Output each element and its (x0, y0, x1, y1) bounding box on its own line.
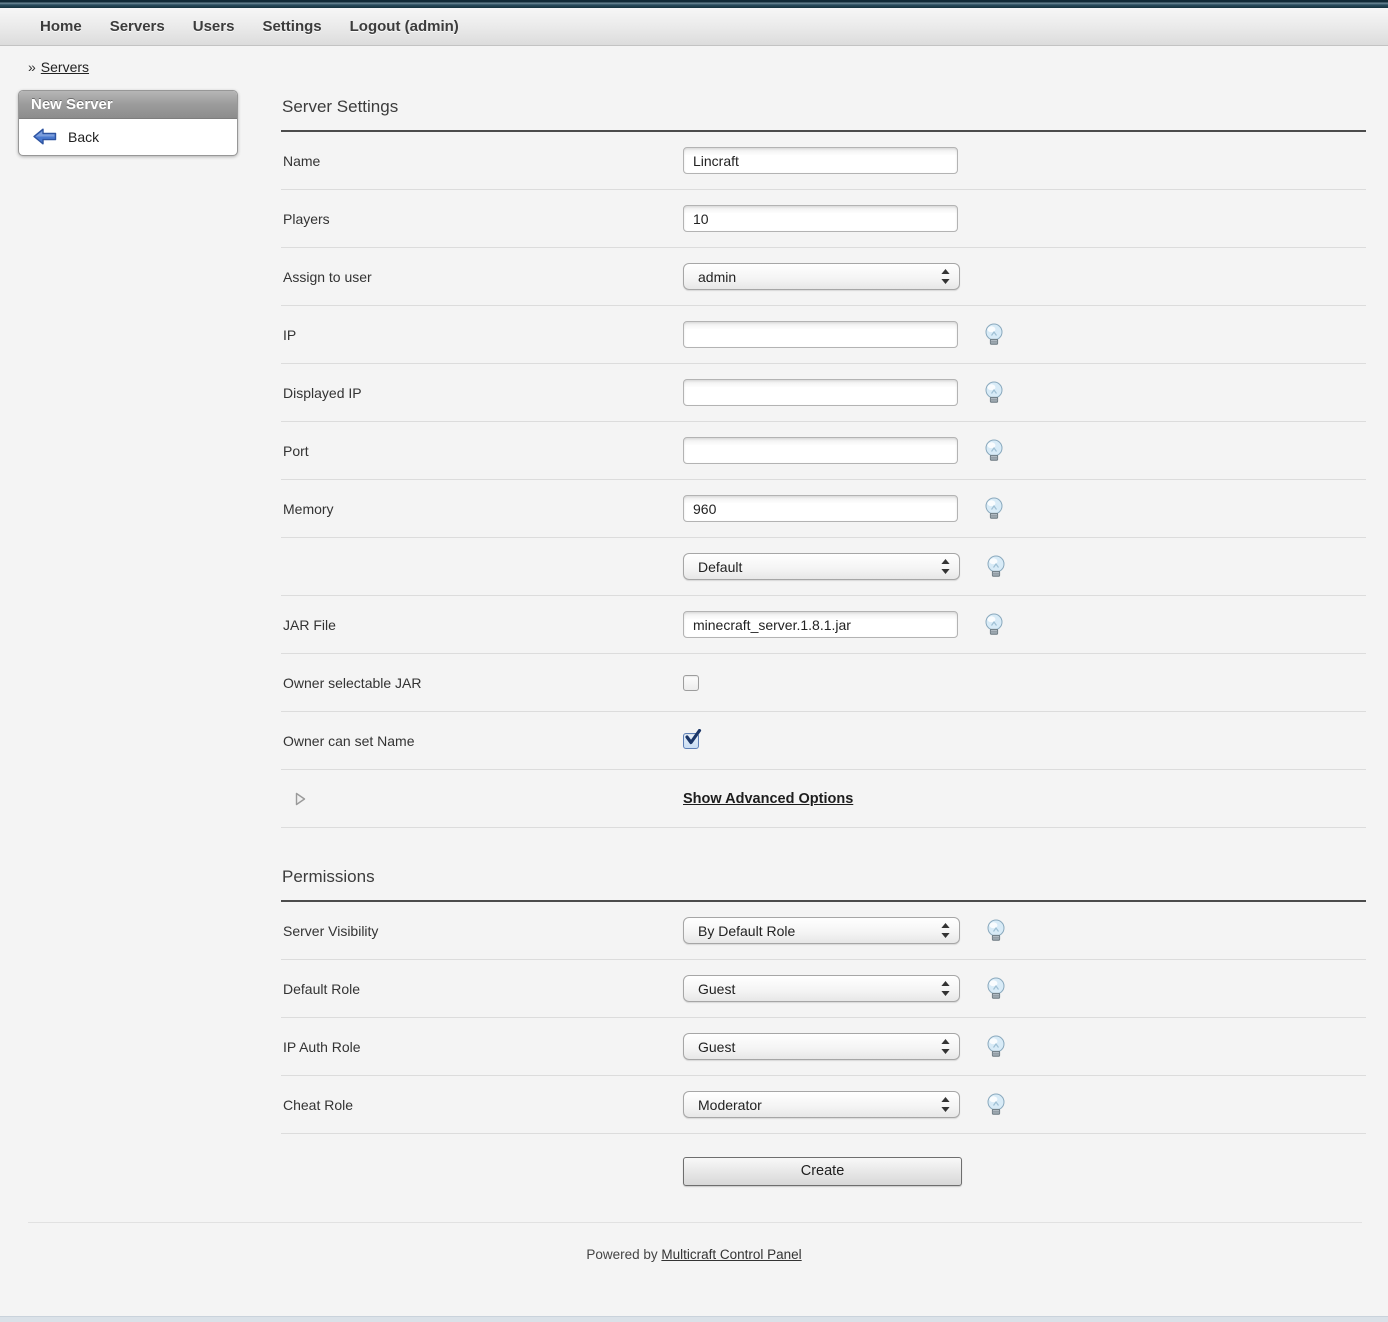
name-input[interactable] (683, 147, 958, 174)
owner-selectable-jar-label: Owner selectable JAR (281, 675, 683, 691)
cheat-role-value: Moderator (698, 1097, 762, 1113)
default-role-label: Default Role (281, 981, 683, 997)
create-button[interactable]: Create (683, 1157, 962, 1186)
owner-can-set-name-label: Owner can set Name (281, 733, 683, 749)
select-stepper-icon (941, 981, 950, 996)
displayed-ip-input[interactable] (683, 379, 958, 406)
main-navbar: Home Servers Users Settings Logout (admi… (0, 8, 1388, 46)
owner-can-set-name-row: Owner can set Name (281, 712, 1366, 770)
back-arrow-icon (33, 128, 57, 145)
owner-selectable-jar-checkbox[interactable] (683, 675, 699, 691)
ip-auth-role-value: Guest (698, 1039, 735, 1055)
ip-auth-role-row: IP Auth Role Guest (281, 1018, 1366, 1076)
default-role-row: Default Role Guest (281, 960, 1366, 1018)
jar-file-row: JAR File (281, 596, 1366, 654)
ip-hint-lightbulb-icon[interactable] (983, 323, 1005, 347)
cheat-role-select[interactable]: Moderator (683, 1091, 960, 1118)
jar-file-label: JAR File (281, 617, 683, 633)
select-stepper-icon (941, 1039, 950, 1054)
server-visibility-row: Server Visibility By Default Role (281, 902, 1366, 960)
ip-auth-role-label: IP Auth Role (281, 1039, 683, 1055)
players-label: Players (281, 211, 683, 227)
back-label: Back (68, 129, 99, 145)
memory-preset-select[interactable]: Default (683, 553, 960, 580)
port-label: Port (281, 443, 683, 459)
default-role-value: Guest (698, 981, 735, 997)
name-label: Name (281, 153, 683, 169)
permissions-form: Server Visibility By Default Role Defaul… (281, 902, 1366, 1204)
ip-row: IP (281, 306, 1366, 364)
assign-to-user-value: admin (698, 269, 736, 285)
assign-to-user-select[interactable]: admin (683, 263, 960, 290)
main-content: Server Settings Name Players Assign to u… (281, 84, 1366, 1204)
owner-selectable-jar-row: Owner selectable JAR (281, 654, 1366, 712)
memory-preset-hint-lightbulb-icon[interactable] (985, 555, 1007, 579)
jar-file-hint-lightbulb-icon[interactable] (983, 613, 1005, 637)
server-settings-form: Name Players Assign to user admin (281, 132, 1366, 828)
multicraft-link[interactable]: Multicraft Control Panel (661, 1247, 801, 1262)
advanced-options-row: Show Advanced Options (281, 770, 1366, 828)
port-row: Port (281, 422, 1366, 480)
displayed-ip-hint-lightbulb-icon[interactable] (983, 381, 1005, 405)
nav-logout[interactable]: Logout (admin) (336, 18, 473, 35)
nav-settings[interactable]: Settings (248, 18, 335, 35)
assign-to-user-row: Assign to user admin (281, 248, 1366, 306)
memory-preset-value: Default (698, 559, 742, 575)
breadcrumb-symbol: » (28, 59, 36, 75)
ip-auth-role-select[interactable]: Guest (683, 1033, 960, 1060)
owner-can-set-name-checkbox[interactable] (683, 733, 699, 749)
ip-label: IP (281, 327, 683, 343)
port-input[interactable] (683, 437, 958, 464)
jar-file-input[interactable] (683, 611, 958, 638)
select-stepper-icon (941, 923, 950, 938)
nav-users[interactable]: Users (179, 18, 249, 35)
assign-to-user-label: Assign to user (281, 269, 683, 285)
name-row: Name (281, 132, 1366, 190)
top-accent-bar (0, 0, 1388, 8)
cheat-role-label: Cheat Role (281, 1097, 683, 1113)
players-input[interactable] (683, 205, 958, 232)
server-settings-heading: Server Settings (281, 84, 1366, 132)
show-advanced-options-link[interactable]: Show Advanced Options (683, 791, 853, 807)
expander-triangle-icon[interactable] (295, 792, 306, 811)
sidebar-title: New Server (19, 91, 237, 119)
cheat-role-row: Cheat Role Moderator (281, 1076, 1366, 1134)
memory-input[interactable] (683, 495, 958, 522)
sidebar-panel: New Server Back (18, 90, 238, 156)
footer: Powered by Multicraft Control Panel (0, 1223, 1388, 1272)
port-hint-lightbulb-icon[interactable] (983, 439, 1005, 463)
select-stepper-icon (941, 269, 950, 284)
server-visibility-hint-lightbulb-icon[interactable] (985, 919, 1007, 943)
memory-preset-row: Default (281, 538, 1366, 596)
select-stepper-icon (941, 1097, 950, 1112)
nav-home[interactable]: Home (26, 18, 96, 35)
memory-row: Memory (281, 480, 1366, 538)
default-role-hint-lightbulb-icon[interactable] (985, 977, 1007, 1001)
footer-text: Powered by (586, 1247, 657, 1262)
select-stepper-icon (941, 559, 950, 574)
breadcrumb: » Servers (0, 46, 1388, 84)
ip-auth-role-hint-lightbulb-icon[interactable] (985, 1035, 1007, 1059)
cheat-role-hint-lightbulb-icon[interactable] (985, 1093, 1007, 1117)
back-button[interactable]: Back (19, 119, 237, 155)
displayed-ip-label: Displayed IP (281, 385, 683, 401)
create-row: Create (281, 1134, 1366, 1204)
memory-label: Memory (281, 501, 683, 517)
players-row: Players (281, 190, 1366, 248)
ip-input[interactable] (683, 321, 958, 348)
nav-servers[interactable]: Servers (96, 18, 179, 35)
server-visibility-label: Server Visibility (281, 923, 683, 939)
memory-hint-lightbulb-icon[interactable] (983, 497, 1005, 521)
bottom-accent-bar (0, 1316, 1388, 1322)
breadcrumb-servers-link[interactable]: Servers (41, 59, 89, 75)
server-visibility-select[interactable]: By Default Role (683, 917, 960, 944)
displayed-ip-row: Displayed IP (281, 364, 1366, 422)
server-visibility-value: By Default Role (698, 923, 795, 939)
permissions-heading: Permissions (281, 854, 1366, 902)
default-role-select[interactable]: Guest (683, 975, 960, 1002)
